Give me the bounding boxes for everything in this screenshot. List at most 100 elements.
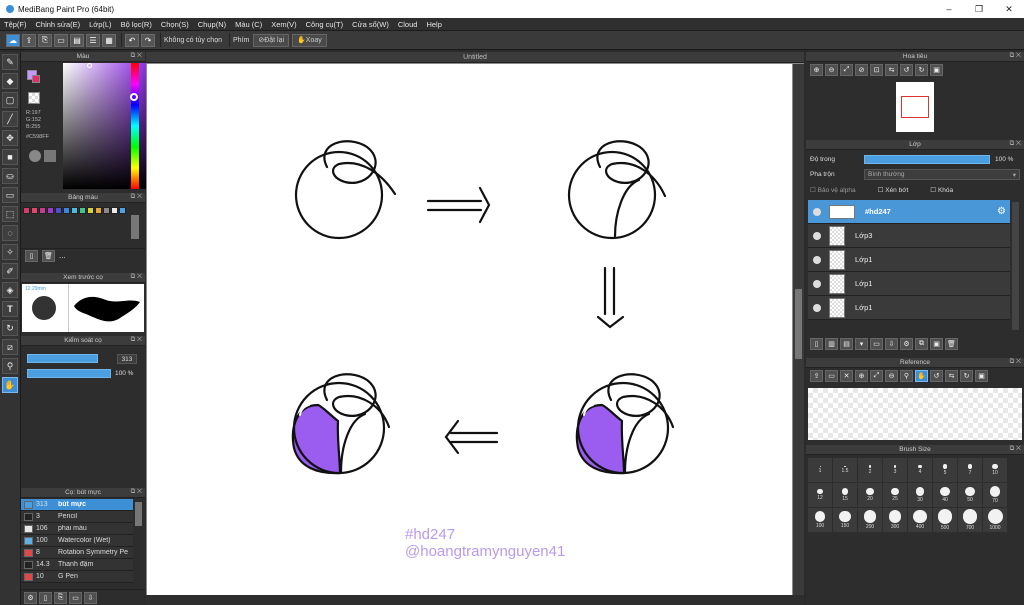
canvas-horizontal-scrollbar[interactable] bbox=[146, 595, 804, 605]
clipping-checkbox[interactable]: ☐ Xén bớt bbox=[878, 186, 909, 194]
select-pen-icon[interactable]: ✐ bbox=[2, 263, 18, 279]
brush-size-option[interactable]: 30 bbox=[908, 483, 932, 507]
brush-list-item[interactable]: 106 phai màu bbox=[21, 523, 133, 535]
rotate-button[interactable]: ✋ Xoay bbox=[292, 33, 327, 47]
visibility-eye-icon[interactable] bbox=[813, 303, 821, 312]
layer-opacity-slider[interactable] bbox=[864, 155, 990, 164]
brush-size-option[interactable]: 20 bbox=[858, 483, 882, 507]
brush-size-option[interactable]: 100 bbox=[808, 508, 832, 532]
minimize-button[interactable]: – bbox=[934, 0, 964, 18]
maximize-button[interactable]: ❐ bbox=[964, 0, 994, 18]
menu-cloud[interactable]: Cloud bbox=[398, 20, 418, 29]
reference-zoom-out-icon[interactable]: ⊖ bbox=[885, 370, 898, 382]
brush-list-item[interactable]: 10 G Pen bbox=[21, 571, 133, 583]
transparent-color-swatch[interactable] bbox=[28, 92, 40, 104]
palette-swatch[interactable] bbox=[87, 207, 94, 214]
delete-palette-icon[interactable]: 🗑 bbox=[42, 249, 55, 262]
rotate-left-icon[interactable]: ↺ bbox=[900, 64, 913, 76]
palette-swatch[interactable] bbox=[103, 207, 110, 214]
brush-list-item[interactable]: 8 Rotation Symmetry Pe bbox=[21, 547, 133, 559]
brush-size-option[interactable]: 50 bbox=[958, 483, 982, 507]
visibility-eye-icon[interactable] bbox=[813, 231, 821, 240]
close-icon[interactable]: ⧉ ✕ bbox=[131, 273, 142, 281]
brush-size-option[interactable]: 200 bbox=[858, 508, 882, 532]
reference-canvas[interactable] bbox=[808, 388, 1022, 440]
document-tab[interactable]: Untitled bbox=[146, 52, 804, 63]
duplicate-layer-icon[interactable]: ⧉ bbox=[915, 338, 928, 350]
blend-mode-select[interactable]: Bình thường ▾ bbox=[864, 169, 1020, 180]
line-tool-icon[interactable]: ╱ bbox=[2, 111, 18, 127]
visibility-eye-icon[interactable] bbox=[813, 207, 821, 216]
add-layer-menu-icon[interactable]: ▾ bbox=[855, 338, 868, 350]
gradient-tool-icon[interactable]: ▭ bbox=[2, 187, 18, 203]
close-icon[interactable]: ⧉ ✕ bbox=[1010, 445, 1021, 453]
layer-row[interactable]: Lớp1 bbox=[808, 296, 1010, 320]
menu-tools[interactable]: Công cụ(T) bbox=[306, 20, 344, 29]
close-icon[interactable]: ⧉ ✕ bbox=[131, 193, 142, 201]
new-8bit-layer-icon[interactable]: ▤ bbox=[840, 338, 853, 350]
palette-swatch[interactable] bbox=[95, 207, 102, 214]
palette-swatch[interactable] bbox=[31, 207, 38, 214]
operation-tool-icon[interactable]: ↻ bbox=[2, 320, 18, 336]
fit-icon[interactable]: ⤢ bbox=[840, 64, 853, 76]
divide-tool-icon[interactable]: ⧄ bbox=[2, 339, 18, 355]
palette-scrollbar[interactable] bbox=[131, 215, 139, 239]
reset-button[interactable]: ⊘ Đặt lại bbox=[253, 33, 290, 47]
menu-capture[interactable]: Chụp(N) bbox=[198, 20, 226, 29]
protect-alpha-checkbox[interactable]: ☐ Bảo vệ alpha bbox=[810, 186, 856, 194]
layer-settings-icon[interactable]: ⚙ bbox=[900, 338, 913, 350]
reference-hand-icon[interactable]: ✋ bbox=[915, 370, 928, 382]
brush-size-slider[interactable] bbox=[27, 354, 99, 363]
secondary-color-swatch[interactable] bbox=[32, 75, 40, 83]
rect-fill-icon[interactable]: ■ bbox=[2, 149, 18, 165]
close-icon[interactable]: ⧉ ✕ bbox=[131, 52, 142, 60]
brush-size-option[interactable]: 7 bbox=[958, 458, 982, 482]
visibility-eye-icon[interactable] bbox=[813, 255, 821, 264]
rotate-right-icon[interactable]: ↻ bbox=[915, 64, 928, 76]
palette-swatch[interactable] bbox=[111, 207, 118, 214]
folder-icon[interactable]: ▭ bbox=[870, 338, 883, 350]
close-icon[interactable]: ⧉ ✕ bbox=[131, 488, 142, 496]
reference-rotate-right-icon[interactable]: ↻ bbox=[960, 370, 973, 382]
menu-filter[interactable]: Bộ lọc(R) bbox=[121, 20, 152, 29]
brush-folder-icon[interactable]: ▭ bbox=[69, 591, 82, 604]
delete-layer-icon[interactable]: 🗑 bbox=[945, 338, 958, 350]
close-icon[interactable]: ⧉ ✕ bbox=[1010, 140, 1021, 148]
layer-row[interactable]: Lớp1 bbox=[808, 272, 1010, 296]
menu-layer[interactable]: Lớp(L) bbox=[89, 20, 111, 29]
brush-size-option[interactable]: 5 bbox=[933, 458, 957, 482]
brush-size-option[interactable]: 500 bbox=[933, 508, 957, 532]
magic-wand-icon[interactable]: ✧ bbox=[2, 244, 18, 260]
merge-down-icon[interactable]: ⇩ bbox=[885, 338, 898, 350]
share-icon[interactable]: ⎘ bbox=[38, 33, 52, 47]
view-rectangle[interactable] bbox=[901, 96, 929, 118]
brush-size-option[interactable]: 150 bbox=[833, 508, 857, 532]
brush-size-option[interactable]: 15 bbox=[833, 483, 857, 507]
close-icon[interactable]: ⧉ ✕ bbox=[131, 336, 142, 344]
close-button[interactable]: ✕ bbox=[994, 0, 1024, 18]
select-eraser-icon[interactable]: ◈ bbox=[2, 282, 18, 298]
palette-swatch[interactable] bbox=[47, 207, 54, 214]
layer-settings-gear-icon[interactable]: ⚙ bbox=[997, 206, 1006, 217]
page-icon[interactable]: ▤ bbox=[70, 33, 84, 47]
brush-size-option[interactable]: 70 bbox=[983, 483, 1007, 507]
brush-size-option[interactable]: 10 bbox=[983, 458, 1007, 482]
layer-row[interactable]: #hd247 ⚙ bbox=[808, 200, 1010, 224]
brush-size-option[interactable]: 1 bbox=[808, 458, 832, 482]
brush-size-value[interactable]: 313 bbox=[117, 354, 137, 364]
eraser-tool-icon[interactable]: ◆ bbox=[2, 73, 18, 89]
undo-icon[interactable]: ↶ bbox=[125, 33, 139, 47]
reference-open-icon[interactable]: ⇪ bbox=[810, 370, 823, 382]
scrollbar-thumb[interactable] bbox=[795, 289, 802, 359]
brush-size-option[interactable]: 1000 bbox=[983, 508, 1007, 532]
move-tool-icon[interactable]: ✥ bbox=[2, 130, 18, 146]
close-icon[interactable]: ⧉ ✕ bbox=[1010, 358, 1021, 366]
zoom-in-icon[interactable]: ⊕ bbox=[810, 64, 823, 76]
brush-tool-icon[interactable]: ✎ bbox=[2, 54, 18, 70]
eyedropper-icon[interactable]: ⚲ bbox=[2, 358, 18, 374]
brush-export-icon[interactable]: ⇩ bbox=[84, 591, 97, 604]
brush-add-icon[interactable]: ⚙ bbox=[24, 591, 37, 604]
brush-size-option[interactable]: 700 bbox=[958, 508, 982, 532]
visibility-eye-icon[interactable] bbox=[813, 279, 821, 288]
reference-lock-icon[interactable]: ▣ bbox=[975, 370, 988, 382]
